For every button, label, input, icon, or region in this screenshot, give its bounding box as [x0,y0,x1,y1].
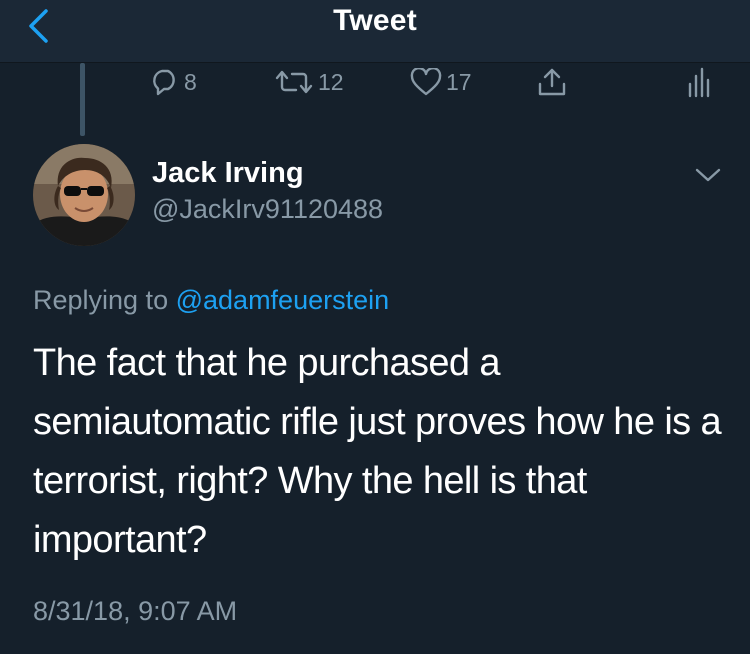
tweet-text: The fact that he purchased a semiautomat… [33,342,722,561]
author-avatar[interactable] [33,144,135,246]
page-title: Tweet [333,4,417,37]
reply-icon [153,69,175,96]
thread-connector-line [80,63,85,136]
like-icon [410,68,442,96]
share-button[interactable] [536,62,568,102]
retweet-icon [275,70,313,94]
retweet-count: 12 [318,68,344,95]
author-name[interactable]: Jack Irving [152,157,304,190]
tweet-options-button[interactable] [690,160,726,190]
author-handle[interactable]: @JackIrv91120488 [152,194,383,225]
previous-tweet-action-bar: 8 12 17 [150,62,730,102]
chevron-down-icon [695,168,721,182]
reply-count: 8 [184,68,197,95]
share-icon [538,68,566,96]
analytics-button[interactable] [686,62,712,102]
navigation-bar: Tweet [0,0,750,63]
tweet-timestamp: 8/31/18, 9:07 AM [33,596,238,626]
replying-to-line: Replying to @adamfeuerstein [33,285,389,316]
avatar-photo [33,144,135,246]
reply-button[interactable]: 8 [150,62,197,102]
retweet-button[interactable]: 12 [274,62,344,102]
replying-to-mention[interactable]: @adamfeuerstein [176,285,390,315]
replying-to-label: Replying to [33,285,169,315]
analytics-icon [688,67,710,98]
like-count: 17 [446,68,472,95]
tweet-detail-screen: Tweet 8 12 17 Jack Irving @JackIrv911204… [0,0,750,654]
like-button[interactable]: 17 [410,62,472,102]
